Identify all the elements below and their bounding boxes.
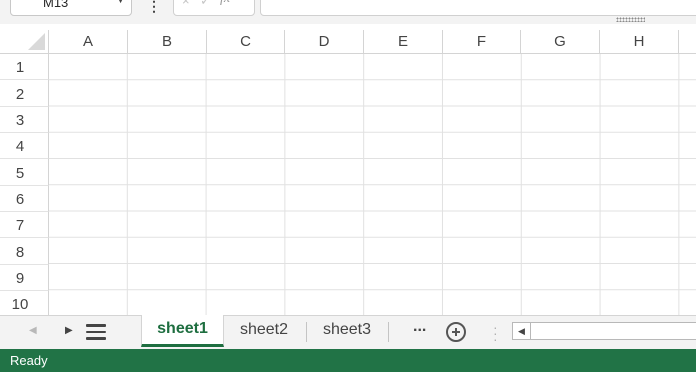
formula-bar: M13 ▼ ⋮ × ✓ fx [0,0,696,24]
sheet-list-icon[interactable] [86,324,106,340]
row-number: 2 [15,86,25,103]
cell-area[interactable] [49,54,696,315]
enter-icon[interactable]: ✓ [200,0,211,9]
row-header-5[interactable]: 5 [0,159,49,186]
select-all-icon [28,33,45,50]
name-box-value: M13 [43,0,69,10]
column-header-c[interactable]: C [207,30,285,54]
column-header-a[interactable]: A [49,30,128,54]
cancel-icon[interactable]: × [182,0,190,8]
row-number: 3 [15,112,25,129]
name-box[interactable]: M13 ▼ [10,0,132,16]
column-header-d[interactable]: D [285,30,364,54]
insert-function-icon[interactable]: fx [220,0,230,7]
row-header-2[interactable]: 2 [0,80,49,107]
spreadsheet-grid: A B C D E F G H 1 2 3 4 5 6 7 8 9 10 [0,30,696,315]
horizontal-scrollbar[interactable]: ◀ [512,322,696,340]
tab-sheet1[interactable]: sheet1 [141,315,224,347]
row-number: 9 [15,270,25,287]
previous-sheet-icon[interactable]: ◀ [29,325,37,336]
column-header-g[interactable]: G [521,30,600,54]
row-number: 8 [15,244,25,261]
row-header-1[interactable]: 1 [0,54,49,80]
column-header-b[interactable]: B [128,30,207,54]
column-header-h[interactable]: H [600,30,679,54]
column-header-partial[interactable] [679,30,696,54]
tab-sheet3[interactable]: sheet3 [307,316,387,346]
column-header-e[interactable]: E [364,30,443,54]
chevron-down-icon[interactable]: ▼ [116,0,125,5]
row-number: 1 [15,59,25,76]
next-sheet-icon[interactable]: ▶ [65,325,73,336]
row-number: 4 [15,138,25,155]
scroll-left-icon[interactable]: ◀ [513,323,531,339]
row-number: 10 [11,296,29,313]
row-header-4[interactable]: 4 [0,133,49,159]
add-sheet-icon[interactable] [446,322,466,342]
row-number: 7 [15,217,25,234]
select-all-button[interactable] [0,30,49,54]
tab-split-handle-icon[interactable]: · · · [493,320,498,346]
row-header-3[interactable]: 3 [0,107,49,133]
row-header-10[interactable]: 10 [0,291,49,315]
more-sheets-button[interactable]: ... [413,318,426,336]
sheet-tab-bar: ◀ ▶ sheet1 sheet2 sheet3 ... · · · ◀ [0,315,696,349]
row-header-9[interactable]: 9 [0,265,49,291]
row-number: 6 [15,191,25,208]
row-number: 5 [15,165,25,182]
tab-separator [388,322,389,342]
status-bar: Ready [0,349,696,372]
row-header-6[interactable]: 6 [0,186,49,212]
status-text: Ready [10,353,48,368]
more-options-icon[interactable]: ⋮ [147,0,161,15]
formula-controls: × ✓ fx [173,0,255,16]
resize-grip-icon[interactable] [616,17,645,22]
tab-sheet2[interactable]: sheet2 [224,316,304,346]
formula-input[interactable] [260,0,696,16]
row-header-7[interactable]: 7 [0,212,49,238]
row-header-8[interactable]: 8 [0,238,49,265]
column-header-f[interactable]: F [443,30,521,54]
